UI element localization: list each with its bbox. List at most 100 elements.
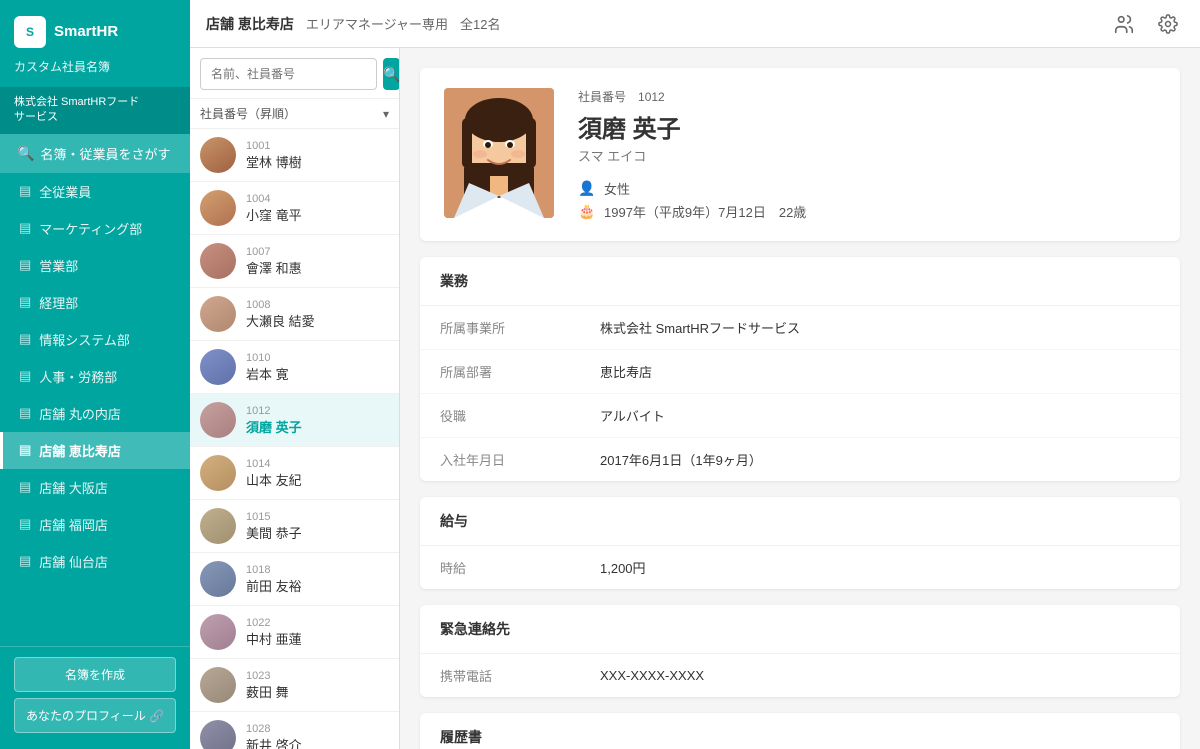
emp-number: 1015 bbox=[246, 511, 389, 523]
profile-kana: スマ エイコ bbox=[578, 146, 1156, 165]
emp-info: 1012 須磨 英子 bbox=[246, 405, 389, 436]
employee-list-item[interactable]: 1001 堂林 博樹 bbox=[190, 129, 399, 182]
profile-info: 社員番号 1012 須磨 英子 スマ エイコ 👤 女性 🎂 1997年（平成9年… bbox=[578, 88, 1156, 221]
avatar bbox=[200, 508, 236, 544]
section-header-business: 業務 bbox=[420, 257, 1180, 306]
emp-name: 岩本 寛 bbox=[246, 364, 389, 383]
nav-icon: ▤ bbox=[19, 257, 31, 273]
gender-icon: 👤 bbox=[578, 180, 596, 197]
people-management-icon[interactable] bbox=[1108, 8, 1140, 40]
avatar bbox=[200, 190, 236, 226]
employee-list-item[interactable]: 1022 中村 亜蓮 bbox=[190, 606, 399, 659]
emp-number: 1010 bbox=[246, 352, 389, 364]
employee-list-panel: 🔍 社員番号（昇順） ▾ 1001 堂林 博樹 1004 小窪 竜平 1007 … bbox=[190, 48, 400, 749]
avatar bbox=[200, 349, 236, 385]
employee-list-item[interactable]: 1018 前田 友裕 bbox=[190, 553, 399, 606]
detail-label: 時給 bbox=[440, 558, 600, 577]
employee-list-item[interactable]: 1004 小窪 竜平 bbox=[190, 182, 399, 235]
employee-list-item[interactable]: 1015 美間 恭子 bbox=[190, 500, 399, 553]
emp-info: 1004 小窪 竜平 bbox=[246, 193, 389, 224]
emp-name: 中村 亜蓮 bbox=[246, 629, 389, 648]
sort-label: 社員番号（昇順） bbox=[200, 105, 296, 122]
sidebar-item-hr[interactable]: ▤人事・労務部 bbox=[0, 358, 190, 395]
logo-area: S SmartHR bbox=[0, 0, 190, 56]
sidebar-item-accounting[interactable]: ▤経理部 bbox=[0, 284, 190, 321]
my-profile-button[interactable]: あなたのプロフィール 🔗 bbox=[14, 698, 176, 733]
nav-icon: ▤ bbox=[19, 479, 31, 495]
nav-label: 店舗 丸の内店 bbox=[39, 404, 121, 423]
nav-label: 店舗 恵比寿店 bbox=[39, 441, 121, 460]
employee-list-item[interactable]: 1012 須磨 英子 bbox=[190, 394, 399, 447]
sidebar-item-it[interactable]: ▤情報システム部 bbox=[0, 321, 190, 358]
sidebar-item-sales[interactable]: ▤営業部 bbox=[0, 247, 190, 284]
nav-label: 店舗 福岡店 bbox=[39, 515, 108, 534]
settings-icon[interactable] bbox=[1152, 8, 1184, 40]
nav-label: 店舗 大阪店 bbox=[39, 478, 108, 497]
detail-value: 株式会社 SmartHRフードサービス bbox=[600, 318, 800, 337]
sidebar-search-item[interactable]: 🔍 名簿・従業員をさがす bbox=[0, 134, 190, 173]
avatar bbox=[200, 561, 236, 597]
sidebar-item-fukuoka[interactable]: ▤店舗 福岡店 bbox=[0, 506, 190, 543]
sidebar-item-osaka[interactable]: ▤ 店舗 大阪店 bbox=[0, 469, 190, 506]
detail-label: 入社年月日 bbox=[440, 450, 600, 469]
emp-info: 1015 美間 恭子 bbox=[246, 511, 389, 542]
emp-name: 大瀬良 結愛 bbox=[246, 311, 389, 330]
section-business: 業務所属事業所株式会社 SmartHRフードサービス所属部署恵比寿店役職アルバイ… bbox=[420, 257, 1180, 481]
profile-gender: 👤 女性 bbox=[578, 179, 1156, 198]
detail-row: 所属事業所株式会社 SmartHRフードサービス bbox=[420, 306, 1180, 350]
nav-icon: ▤ bbox=[19, 368, 31, 384]
employee-list: 1001 堂林 博樹 1004 小窪 竜平 1007 會澤 和惠 1008 大瀬… bbox=[190, 129, 399, 749]
emp-info: 1018 前田 友裕 bbox=[246, 564, 389, 595]
avatar bbox=[200, 667, 236, 703]
sidebar-search-label: 名簿・従業員をさがす bbox=[40, 144, 170, 163]
section-header-emergency: 緊急連絡先 bbox=[420, 605, 1180, 654]
search-icon: 🔍 bbox=[17, 145, 34, 162]
sort-arrow-icon[interactable]: ▾ bbox=[383, 107, 389, 121]
detail-value: アルバイト bbox=[600, 406, 665, 425]
avatar bbox=[200, 455, 236, 491]
employee-list-item[interactable]: 1007 會澤 和惠 bbox=[190, 235, 399, 288]
detail-panel: 社員番号 1012 須磨 英子 スマ エイコ 👤 女性 🎂 1997年（平成9年… bbox=[400, 48, 1200, 749]
profile-photo bbox=[444, 88, 554, 218]
search-button[interactable]: 🔍 bbox=[383, 58, 400, 90]
detail-label: 所属部署 bbox=[440, 362, 600, 381]
employee-list-item[interactable]: 1028 新井 啓介 bbox=[190, 712, 399, 749]
sidebar-item-ebisu[interactable]: ▤店舗 恵比寿店 bbox=[0, 432, 190, 469]
section-header-resume: 履歴書 bbox=[420, 713, 1180, 749]
app-subtitle: カスタム社員名簿 bbox=[0, 56, 190, 87]
sidebar-item-all[interactable]: ▤ 全従業員 bbox=[0, 173, 190, 210]
detail-row: 時給1,200円 bbox=[420, 546, 1180, 589]
sidebar-footer: 名簿を作成 あなたのプロフィール 🔗 bbox=[0, 646, 190, 749]
sidebar-item-marunouchi[interactable]: ▤ 店舗 丸の内店 bbox=[0, 395, 190, 432]
section-body-salary: 時給1,200円 bbox=[420, 546, 1180, 589]
nav-icon: ▤ bbox=[19, 405, 31, 421]
content-area: 🔍 社員番号（昇順） ▾ 1001 堂林 博樹 1004 小窪 竜平 1007 … bbox=[190, 48, 1200, 749]
search-input[interactable] bbox=[200, 58, 377, 90]
emp-number: 1022 bbox=[246, 617, 389, 629]
emp-name: 新井 啓介 bbox=[246, 735, 389, 749]
detail-label: 役職 bbox=[440, 406, 600, 425]
emp-name: 薮田 舞 bbox=[246, 682, 389, 701]
avatar bbox=[200, 402, 236, 438]
detail-row: 入社年月日2017年6月1日（1年9ヶ月） bbox=[420, 438, 1180, 481]
nav-icon: ▤ bbox=[19, 183, 31, 199]
detail-row: 所属部署恵比寿店 bbox=[420, 350, 1180, 394]
sections-container: 業務所属事業所株式会社 SmartHRフードサービス所属部署恵比寿店役職アルバイ… bbox=[420, 257, 1180, 749]
detail-label: 所属事業所 bbox=[440, 318, 600, 337]
main-content: 店舗 恵比寿店 エリアマネージャー専用 全12名 🔍 社員番号（昇順） bbox=[190, 0, 1200, 749]
sidebar-item-marketing[interactable]: ▤マーケティング部 bbox=[0, 210, 190, 247]
emp-number: 1004 bbox=[246, 193, 389, 205]
topbar: 店舗 恵比寿店 エリアマネージャー専用 全12名 bbox=[190, 0, 1200, 48]
employee-list-item[interactable]: 1023 薮田 舞 bbox=[190, 659, 399, 712]
topbar-store: 店舗 恵比寿店 bbox=[206, 14, 294, 34]
sidebar-item-sendai[interactable]: ▤店舗 仙台店 bbox=[0, 543, 190, 580]
emp-name: 小窪 竜平 bbox=[246, 205, 389, 224]
employee-list-item[interactable]: 1014 山本 友紀 bbox=[190, 447, 399, 500]
employee-list-item[interactable]: 1010 岩本 寛 bbox=[190, 341, 399, 394]
create-meibo-button[interactable]: 名簿を作成 bbox=[14, 657, 176, 692]
section-header-salary: 給与 bbox=[420, 497, 1180, 546]
employee-list-item[interactable]: 1008 大瀬良 結愛 bbox=[190, 288, 399, 341]
avatar bbox=[200, 137, 236, 173]
emp-name: 前田 友裕 bbox=[246, 576, 389, 595]
nav-label: 全従業員 bbox=[39, 182, 91, 201]
